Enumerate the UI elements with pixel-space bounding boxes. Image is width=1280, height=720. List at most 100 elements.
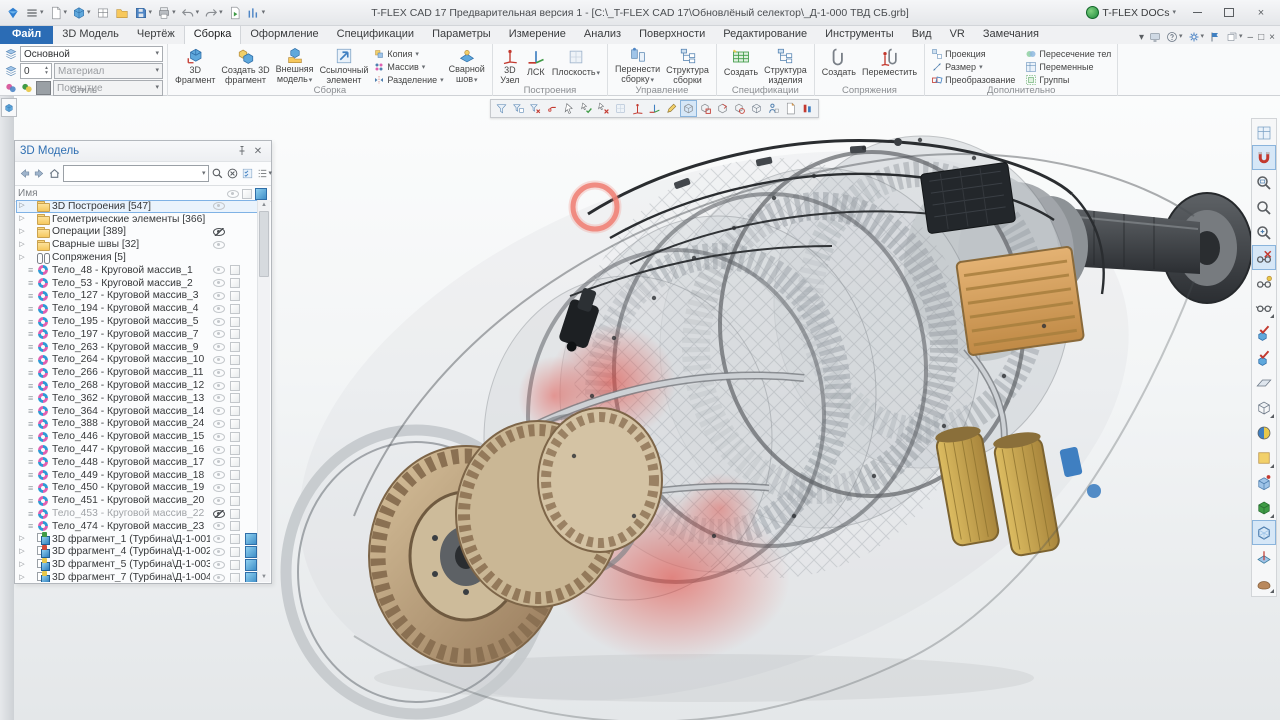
visibility-eye-icon[interactable]: [212, 510, 226, 518]
menu-tab-surfaces[interactable]: Поверхности: [630, 26, 714, 44]
tree-item[interactable]: ▷ ≡ Тело_474 - Круговой массив_23: [16, 520, 258, 533]
flag-status-button[interactable]: [1207, 30, 1223, 44]
select-fragment-button[interactable]: [782, 100, 799, 117]
menu-tab-comments[interactable]: Замечания: [974, 26, 1048, 44]
solid-display-button[interactable]: [1252, 495, 1276, 520]
tree-item[interactable]: ▷ ≡ Тело_451 - Круговой массив_20: [16, 494, 258, 507]
assembly-structure-button[interactable]: Структурасборки: [663, 46, 712, 86]
menu-tab-measure[interactable]: Измерение: [500, 26, 575, 44]
wireframe-display-button[interactable]: [1252, 520, 1276, 545]
scroll-up-icon[interactable]: ▲: [258, 200, 270, 210]
display-mode-button[interactable]: [1147, 30, 1163, 44]
tree-item[interactable]: ▷ ≡ Тело_388 - Круговой массив_24: [16, 418, 258, 431]
visibility-eye-icon[interactable]: [212, 471, 226, 479]
expander-icon[interactable]: ▷: [18, 559, 26, 571]
help-button[interactable]: ▾: [1164, 30, 1185, 44]
multiselect-button[interactable]: [241, 165, 254, 182]
solid-cube-icon[interactable]: [228, 342, 241, 352]
material-select[interactable]: Материал▾: [54, 63, 163, 79]
zoom-dynamic-button[interactable]: [1252, 195, 1276, 220]
tree-item[interactable]: ▷ ≡ 3D фрагмент_1 (Турбина\Д-1-001 Вал.g…: [16, 533, 258, 546]
menu-tab-3d-model[interactable]: 3D Модель: [53, 26, 128, 44]
select-operation-button[interactable]: [765, 100, 782, 117]
solid-cube-icon[interactable]: [228, 509, 241, 519]
tree-item[interactable]: ▷ ≡ Сварные швы [32]: [16, 238, 258, 251]
create-bom-button[interactable]: Создать: [721, 46, 761, 86]
expander-icon[interactable]: ▷: [18, 226, 26, 238]
select-by-link-button[interactable]: [544, 100, 561, 117]
search-input[interactable]: [66, 167, 202, 180]
visibility-eye-icon[interactable]: [212, 407, 226, 415]
menu-tab-vr[interactable]: VR: [941, 26, 974, 44]
select-face-button[interactable]: [697, 100, 714, 117]
copy-button[interactable]: Копия: [371, 47, 445, 60]
reference-element-button[interactable]: Ссылочныйэлемент: [317, 46, 372, 86]
fragment-cube-icon[interactable]: [243, 546, 258, 558]
scroll-down-icon[interactable]: ▼: [258, 572, 270, 582]
restore-button[interactable]: [1214, 3, 1244, 23]
select-edge-button[interactable]: [714, 100, 731, 117]
expander-icon[interactable]: ▷: [18, 213, 26, 225]
visibility-eye-icon[interactable]: [212, 305, 226, 313]
close-button[interactable]: ×: [1246, 3, 1276, 23]
solid-cube-icon[interactable]: [228, 547, 241, 557]
menu-tab-boms[interactable]: Спецификации: [328, 26, 423, 44]
solid-cube-icon[interactable]: [228, 381, 241, 391]
fragment-cube-icon[interactable]: [243, 572, 258, 583]
menu-tab-view[interactable]: Вид: [903, 26, 941, 44]
body-intersection-button[interactable]: Пересечение тел: [1023, 47, 1113, 60]
close-panel-button[interactable]: ✕: [250, 143, 266, 159]
fragment-3d-button[interactable]: 3DФрагмент: [172, 46, 218, 86]
solid-cube-icon[interactable]: [228, 368, 241, 378]
tree-item[interactable]: ▷ ≡ Тело_453 - Круговой массив_22: [16, 507, 258, 520]
ribbon-options-button[interactable]: ▾: [1137, 31, 1146, 44]
undo-button[interactable]: ▾: [179, 5, 202, 21]
solid-cube-icon[interactable]: [228, 317, 241, 327]
visibility-eye-icon[interactable]: [212, 522, 226, 530]
tree-item[interactable]: ▷ ≡ Тело_449 - Круговой массив_18: [16, 469, 258, 482]
visibility-eye-icon[interactable]: [212, 574, 226, 582]
visibility-eye-icon[interactable]: [212, 433, 226, 441]
section-view-button[interactable]: [1252, 545, 1276, 570]
tree-item[interactable]: ▷ ≡ Тело_127 - Круговой массив_3: [16, 290, 258, 303]
tree-item[interactable]: ▷ ≡ Тело_450 - Круговой массив_19: [16, 482, 258, 495]
visibility-eye-icon[interactable]: [212, 279, 226, 287]
menu-tab-analysis[interactable]: Анализ: [575, 26, 630, 44]
redo-button[interactable]: ▾: [202, 5, 225, 21]
level-stepper[interactable]: 0▴▾: [20, 63, 52, 79]
solid-column-icon[interactable]: [240, 189, 253, 199]
fragment-cube-icon[interactable]: [243, 559, 258, 571]
tree-item[interactable]: ▷ ≡ Тело_195 - Круговой массив_5: [16, 315, 258, 328]
lcs-button[interactable]: ЛСК: [523, 46, 549, 86]
filter-clear-button[interactable]: [527, 100, 544, 117]
visibility-eye-icon[interactable]: [212, 394, 226, 402]
solid-cube-icon[interactable]: [228, 329, 241, 339]
visibility-eye-icon[interactable]: [212, 241, 226, 249]
doc-restore-button[interactable]: □: [1256, 31, 1266, 44]
hide-selected-button[interactable]: [1252, 245, 1276, 270]
new-3d-model-button[interactable]: ▾: [70, 5, 93, 21]
zoom-window-button[interactable]: [1252, 170, 1276, 195]
visibility-eye-icon[interactable]: [212, 292, 226, 300]
move-assembly-button[interactable]: Перенестисборку: [612, 46, 663, 86]
tree-item[interactable]: ▷ ≡ 3D фрагмент_4 (Турбина\Д-1-002 Корпу…: [16, 546, 258, 559]
create-mate-button[interactable]: Создать: [819, 46, 859, 86]
app-menu-button[interactable]: ▾: [23, 5, 46, 21]
array-button[interactable]: Массив: [371, 60, 445, 73]
home-button[interactable]: [48, 165, 61, 182]
expander-icon[interactable]: ▷: [18, 252, 26, 264]
solid-cube-icon[interactable]: [228, 573, 241, 583]
fragment-column-icon[interactable]: [253, 188, 268, 200]
solid-cube-icon[interactable]: [228, 445, 241, 455]
solid-cube-icon[interactable]: [228, 355, 241, 365]
tree-item[interactable]: ▷ ≡ Тело_266 - Круговой массив_11: [16, 366, 258, 379]
visibility-eye-icon[interactable]: [212, 330, 226, 338]
projection-button[interactable]: Проекция: [929, 47, 1017, 60]
visibility-eye-icon[interactable]: [212, 535, 226, 543]
tree-item[interactable]: ▷ ≡ Тело_268 - Круговой массив_12: [16, 379, 258, 392]
view-cube-button[interactable]: [1252, 395, 1276, 420]
workplane-view-button[interactable]: [1252, 370, 1276, 395]
confirm-selection-button[interactable]: [578, 100, 595, 117]
cube-target-button[interactable]: [1252, 470, 1276, 495]
tree-item[interactable]: ▷ ≡ 3D фрагмент_7 (Турбина\Д-1-004 Вал.g…: [16, 571, 258, 582]
